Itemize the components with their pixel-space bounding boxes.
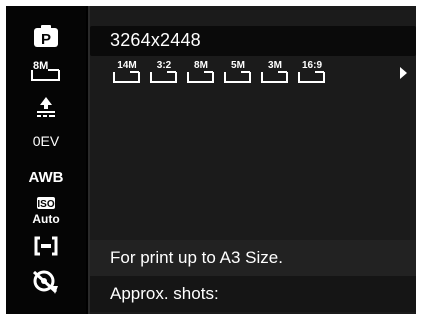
size-option-frame-icon [113,71,140,83]
size-option-frame-icon [261,71,288,83]
resolution-title: 3264x2448 [110,30,201,50]
size-option-frame-icon [187,71,214,83]
sidebar-item-quality[interactable] [6,88,86,124]
sidebar-item-label: AWB [29,169,64,186]
sidebar-item-ev[interactable]: 0EV [6,123,86,159]
size-option-3m[interactable]: 3M [258,61,292,85]
print-size-text: For print up to A3 Size. [110,248,283,267]
size-options-row: 14M 3:2 8M 5M 3M 16:9 [90,58,416,88]
image-size-8m-icon: 8M [31,60,60,81]
iso-auto-icon: ISO Auto [32,197,60,226]
sidebar-item-iso[interactable]: ISO Auto [6,193,86,229]
info-row-print-size: For print up to A3 Size. [90,240,416,276]
size-option-frame-icon [224,71,251,83]
metering-icon [34,236,58,256]
camera-menu-screen: P 8M 0EV AWB ISO Auto 3264x2448 14M 3:2 … [6,6,416,314]
quality-icon [37,97,55,117]
ev-icon: 0EV [33,133,60,149]
size-option-8m[interactable]: 8M [184,61,218,85]
program-mode-icon: P [34,25,58,48]
sidebar: P 8M 0EV AWB ISO Auto [6,6,86,314]
sidebar-item-label-bottom: Auto [32,212,59,226]
size-option-5m[interactable]: 5M [221,61,255,85]
size-option-frame-icon [150,71,177,83]
settings-panel: 3264x2448 14M 3:2 8M 5M 3M 16:9 For prin… [90,6,416,314]
resolution-title-bar: 3264x2448 [90,26,416,56]
size-option-14m[interactable]: 14M [110,61,144,85]
sidebar-item-label-top: ISO [37,199,54,210]
size-option-frame-icon [298,71,325,83]
size-option-16-9[interactable]: 16:9 [295,61,329,85]
info-row-shots: Approx. shots: [90,276,416,312]
sidebar-item-color-effect[interactable] [6,264,86,300]
color-effect-icon [32,270,58,294]
sidebar-item-metering[interactable] [6,228,86,264]
white-balance-icon: AWB [29,169,64,186]
sidebar-item-label: 8M [33,60,48,72]
sidebar-item-label: 0EV [33,133,60,149]
sidebar-item-program-mode[interactable]: P [6,18,86,54]
size-option-3-2[interactable]: 3:2 [147,61,181,85]
approx-shots-text: Approx. shots: [110,284,219,303]
scroll-right-arrow-icon[interactable] [400,67,407,79]
sidebar-item-label: P [41,31,51,48]
sidebar-item-image-size[interactable]: 8M [6,53,86,89]
sidebar-item-white-balance[interactable]: AWB [6,158,86,194]
